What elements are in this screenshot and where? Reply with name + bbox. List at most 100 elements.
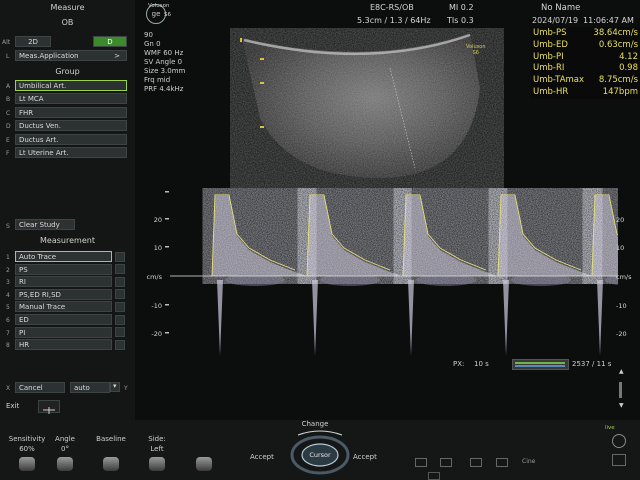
rotary-knob[interactable]: [196, 457, 212, 471]
measurement-label: Umb-TAmax: [533, 75, 585, 86]
cine-back-icon[interactable]: [440, 458, 452, 467]
group-key: C: [6, 109, 11, 117]
measurement-label: Umb-RI: [533, 63, 565, 74]
group-item[interactable]: Lt MCA: [15, 93, 127, 105]
param-line: PRF 4.4kHz: [144, 85, 184, 93]
rotary-knob[interactable]: [103, 457, 119, 471]
y-tick-label-right: -10: [616, 302, 627, 310]
group-key: F: [6, 150, 10, 157]
measurement-title: Measurement: [40, 236, 95, 245]
accept-left-button[interactable]: Accept: [250, 453, 274, 461]
doppler-waveform-texture: [403, 196, 498, 276]
px-label: PX:: [453, 360, 465, 368]
depth-info: 5.3cm / 1.3 / 64Hz: [357, 16, 431, 25]
cancel-key: X: [6, 385, 11, 392]
measurement-option-toggle[interactable]: [115, 327, 125, 338]
probe-preset: E8C-RS/OB: [370, 3, 414, 12]
mode-d-button[interactable]: D: [93, 36, 127, 47]
measurement-row: Umb-PI 4.12: [533, 52, 638, 63]
measurement-item[interactable]: Manual Trace: [15, 301, 112, 313]
measurement-option-toggle[interactable]: [115, 314, 125, 325]
group-key: E: [6, 136, 10, 144]
measurement-option-toggle[interactable]: [115, 339, 125, 350]
measurement-option-toggle[interactable]: [115, 289, 125, 300]
group-key: B: [6, 96, 11, 104]
l-key: L: [6, 53, 10, 60]
measurement-row: Umb-TAmax 8.75cm/s: [533, 75, 638, 86]
group-item[interactable]: Lt Uterine Art.: [15, 147, 127, 158]
group-item[interactable]: Umbilical Art.: [15, 80, 127, 91]
rotary-knob[interactable]: [149, 457, 165, 471]
measurement-value: 4.12: [619, 51, 638, 62]
measurement-value: 147bpm: [602, 87, 638, 97]
param-line: SV Angle 0: [144, 58, 183, 66]
meas-application-label: Meas.Application: [19, 52, 79, 60]
auto-dropdown-icon[interactable]: ▾: [110, 382, 120, 392]
measurement-row: Umb-HR 147bpm: [533, 87, 638, 98]
group-key: A: [6, 83, 11, 90]
y-key: Y: [124, 385, 128, 392]
y-tick-label-right: -20: [616, 330, 627, 338]
measurement-label: Umb-HR: [533, 87, 569, 97]
cine-forward-icon[interactable]: [496, 458, 508, 467]
tis-value: TIs 0.3: [447, 16, 474, 25]
exit-icon[interactable]: [38, 400, 60, 414]
cine-step-icon[interactable]: [428, 472, 440, 480]
brand-label: Voluson: [148, 3, 170, 9]
measurement-option-toggle[interactable]: [115, 301, 125, 312]
group-item[interactable]: Ductus Ven.: [15, 120, 127, 132]
measurement-value: 0.98: [619, 63, 638, 74]
doppler-waveform-texture: [212, 196, 307, 276]
clear-study-button[interactable]: Clear Study: [15, 219, 75, 230]
measurement-item[interactable]: Auto Trace: [15, 251, 112, 262]
exit-label[interactable]: Exit: [6, 402, 19, 410]
mode-2d-button[interactable]: 2D: [15, 36, 51, 47]
rotary-knob[interactable]: [19, 457, 35, 471]
y-tick-label: -20: [151, 330, 162, 338]
cancel-button[interactable]: Cancel: [15, 382, 65, 393]
doppler-params: 90 Gn 0 WMF 60 Hz SV Angle 0 Size 3.0mm Frq m…: [144, 31, 185, 94]
accept-right-button[interactable]: Accept: [353, 453, 377, 461]
measurement-item[interactable]: PS,ED RI,SD: [15, 288, 112, 300]
measurement-option-toggle[interactable]: [115, 264, 125, 275]
power-icon[interactable]: [612, 434, 626, 448]
measurement-item[interactable]: PS: [15, 263, 112, 275]
measurement-item[interactable]: HR: [15, 339, 112, 351]
meas-application-button[interactable]: Meas.Application >: [15, 50, 127, 61]
measurement-key: 4: [6, 291, 10, 299]
measurement-item[interactable]: ED: [15, 314, 112, 325]
reverse-flow-spike: [408, 280, 414, 356]
group-key: D: [6, 123, 11, 131]
measure-subtitle: OB: [61, 18, 74, 27]
patient-name: No Name: [541, 3, 581, 13]
cine-label: Cine: [522, 458, 536, 465]
measurement-option-toggle[interactable]: [115, 276, 125, 287]
cursor-label: Cursor: [309, 451, 331, 459]
cine-play-icon[interactable]: [470, 458, 482, 467]
image-overlay-logo: Voluson S6: [466, 44, 485, 56]
group-item[interactable]: Ductus Art.: [15, 133, 127, 145]
measurement-option-toggle[interactable]: [115, 251, 125, 262]
measurement-label: Umb-PI: [533, 51, 564, 62]
rotary-knob[interactable]: [57, 457, 73, 471]
live-label: live: [605, 425, 615, 431]
measurement-item[interactable]: RI: [15, 276, 112, 288]
measurement-value: 8.75cm/s: [598, 75, 638, 86]
model-label: S6: [164, 12, 171, 18]
cine-timeline[interactable]: [512, 359, 569, 370]
scroll-indicator[interactable]: ▲ ▼: [617, 368, 625, 413]
auto-button[interactable]: auto: [70, 382, 110, 393]
param-line: Size 3.0mm: [144, 67, 186, 75]
alt-key: Alt: [2, 39, 11, 46]
settings-icon[interactable]: [612, 454, 626, 466]
param-line: Gn 0: [144, 40, 161, 48]
measurement-item[interactable]: PI: [15, 326, 112, 338]
measurement-row: Umb-RI 0.98: [533, 63, 638, 74]
cine-rewind-icon[interactable]: [415, 458, 427, 467]
frame-info: 2537 / 11 s: [572, 360, 612, 368]
group-item[interactable]: FHR: [15, 106, 127, 118]
param-line: WMF 60 Hz: [144, 49, 184, 57]
doppler-waveform-texture: [307, 196, 402, 276]
knob-value: 0°: [61, 445, 69, 453]
measurement-results: Umb-PS 38.64cm/s Umb-ED 0.63cm/s Umb-PI 4.12 U…: [531, 27, 640, 99]
